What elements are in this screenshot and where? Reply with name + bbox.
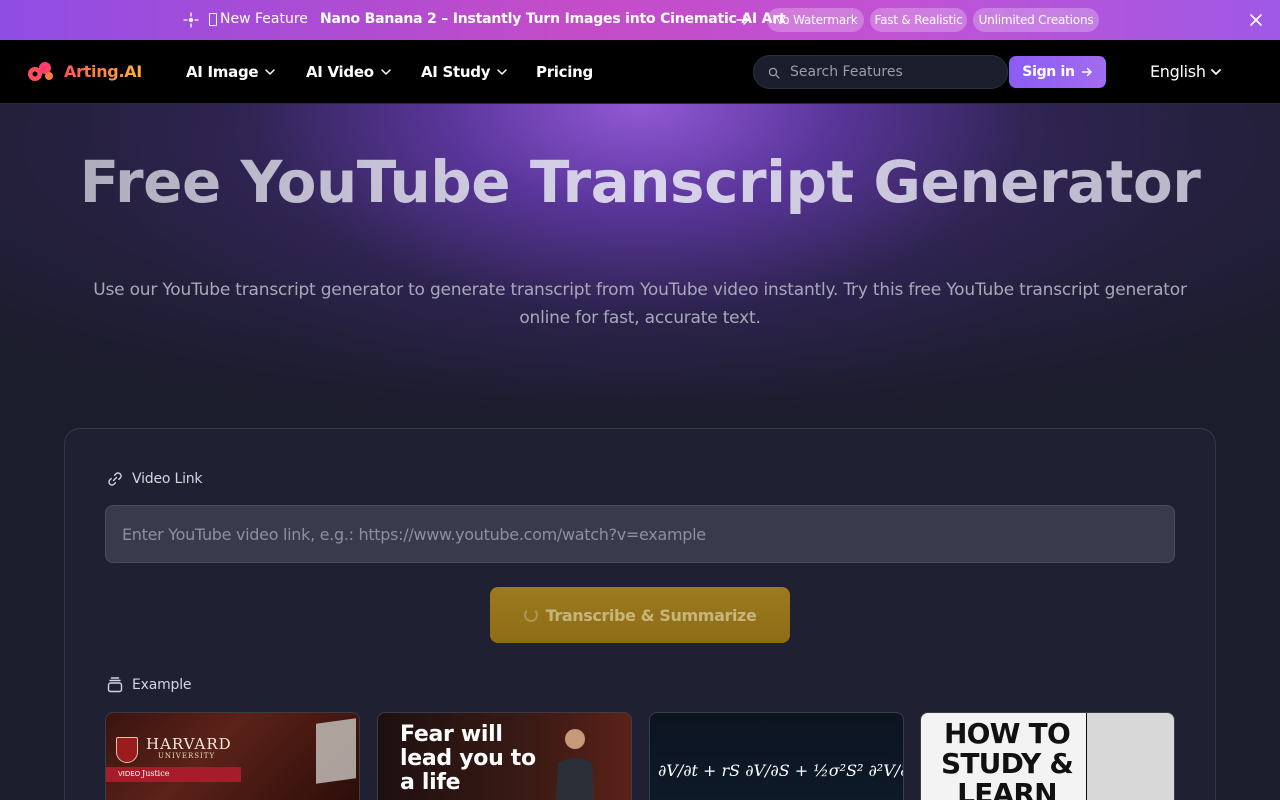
chevron-down-icon xyxy=(380,69,391,75)
nav-ai-study[interactable]: AI Study xyxy=(421,63,508,81)
nav-pricing[interactable]: Pricing xyxy=(536,63,593,81)
harvard-crest-icon xyxy=(116,737,138,763)
chevron-down-icon xyxy=(497,69,507,75)
example-thumbnail-harvard[interactable]: HARVARD UNIVERSITY VIDEO Justice xyxy=(105,712,360,800)
example-thumbnail-study[interactable]: HOW TO STUDY & LEARN xyxy=(920,712,1175,800)
video-link-label: Video Link xyxy=(106,470,203,488)
example-label-text: Example xyxy=(132,677,192,693)
example-thumbnail-fear[interactable]: Fear will lead you to a life xyxy=(377,712,632,800)
study-headline: HOW TO STUDY & LEARN xyxy=(940,717,1074,800)
search-icon xyxy=(768,67,780,79)
brand-logo[interactable]: Arting.AI xyxy=(26,59,142,83)
black-scholes-equation: ∂V/∂t + rS ∂V/∂S + ½σ²S² ∂²V/∂S² − rV = … xyxy=(658,761,903,780)
video-tag: VIDEO xyxy=(118,770,141,778)
link-icon xyxy=(108,472,122,486)
top-navigation: Arting.AI AI Image AI Video AI Study Pri… xyxy=(0,40,1280,104)
video-link-input[interactable] xyxy=(105,505,1175,563)
portrait-image xyxy=(1087,713,1174,800)
harvard-title: HARVARD xyxy=(146,735,232,753)
example-label: Example xyxy=(106,676,192,694)
harvard-subtitle: UNIVERSITY xyxy=(158,752,216,760)
logo-mark-icon xyxy=(28,62,53,81)
transcribe-summarize-label: Transcribe & Summarize xyxy=(545,605,757,625)
page-subtitle: Use our YouTube transcript generator to … xyxy=(93,280,1187,328)
nav-ai-image[interactable]: AI Image xyxy=(186,63,276,81)
nav-ai-video-label: AI Video xyxy=(306,63,374,81)
chevron-down-icon xyxy=(265,69,276,75)
example-thumbnail-equation[interactable]: ∂V/∂t + rS ∂V/∂S + ½σ²S² ∂²V/∂S² − rV = … xyxy=(649,712,904,800)
nav-ai-video[interactable]: AI Video xyxy=(306,63,392,81)
new-feature-tag: New Feature xyxy=(209,11,308,27)
stack-icon xyxy=(107,677,123,693)
announcement-headline[interactable]: Nano Banana 2 – Instantly Turn Images in… xyxy=(320,11,786,27)
fear-headline: Fear will lead you to a life xyxy=(400,722,536,795)
sparkle-icon xyxy=(183,12,199,28)
video-title: Justice xyxy=(142,769,170,778)
announcement-bar: New Feature Nano Banana 2 – Instantly Tu… xyxy=(0,0,1280,40)
nav-ai-image-label: AI Image xyxy=(186,63,259,81)
video-link-label-text: Video Link xyxy=(132,471,203,487)
chevron-down-icon xyxy=(1210,68,1221,75)
arrow-right-icon[interactable] xyxy=(735,12,751,28)
projector-screen xyxy=(316,718,356,784)
language-label: English xyxy=(1150,62,1206,81)
pill-no-watermark: No Watermark xyxy=(767,8,864,32)
nav-ai-study-label: AI Study xyxy=(421,63,491,81)
brand-name: Arting.AI xyxy=(64,61,142,81)
language-selector[interactable]: English xyxy=(1150,62,1222,81)
search-input[interactable] xyxy=(790,56,1000,88)
speaker-silhouette-icon xyxy=(555,729,595,800)
sign-in-button[interactable]: Sign in xyxy=(1009,56,1106,88)
nav-pricing-label: Pricing xyxy=(536,63,593,81)
pill-fast-realistic: Fast & Realistic xyxy=(870,8,967,32)
close-icon[interactable] xyxy=(1248,12,1264,28)
arrow-right-icon xyxy=(1081,67,1092,77)
search-box xyxy=(753,55,1008,89)
sign-in-label: Sign in xyxy=(1022,64,1075,80)
transcribe-summarize-button[interactable]: Transcribe & Summarize xyxy=(490,587,790,643)
pill-unlimited-creations: Unlimited Creations xyxy=(973,8,1099,32)
new-feature-label: New Feature xyxy=(220,11,308,27)
emoji-placeholder-icon xyxy=(209,12,217,26)
loading-spinner-icon xyxy=(523,608,538,622)
page-title: Free YouTube Transcript Generator xyxy=(0,148,1280,216)
